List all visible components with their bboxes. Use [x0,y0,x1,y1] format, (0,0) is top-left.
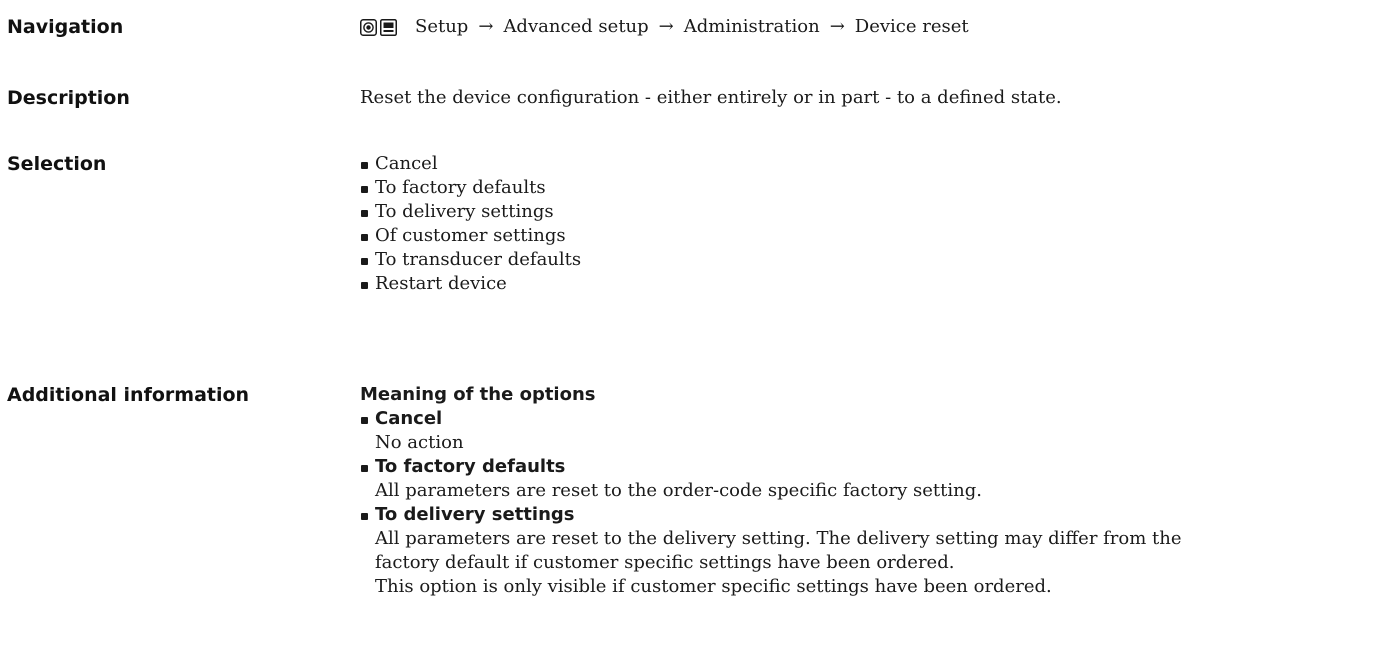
option-name: To factory defaults [375,456,566,477]
option-cancel: Cancel No action [360,407,1370,455]
option-name: Cancel [375,408,443,429]
description-label: Description [7,87,130,109]
selection-list-container: Cancel To factory defaults To delivery s… [360,152,1370,296]
nav-step-administration: Administration [683,16,820,37]
option-description: All parameters are reset to the delivery… [375,528,1182,549]
navigation-path: Setup → Advanced setup → Administration … [360,15,1370,39]
navigation-label: Navigation [7,16,124,38]
additional-info-label: Additional information [7,384,250,406]
option-description: factory default if customer specific set… [375,552,955,573]
nav-step-device-reset: Device reset [854,16,969,37]
nav-arrow-icon: → [478,16,494,37]
options-heading: Meaning of the options [360,384,596,405]
option-name: To delivery settings [375,504,575,525]
selection-item-restart-device: Restart device [360,272,1370,296]
nav-step-setup: Setup [415,16,469,37]
nav-arrow-icon: → [829,16,845,37]
description-text: Reset the device configuration - either … [360,87,1062,108]
selection-item-factory-defaults: To factory defaults [360,176,1370,200]
selection-item-transducer-defaults: To transducer defaults [360,248,1370,272]
selection-label: Selection [7,153,107,175]
selection-item-cancel: Cancel [360,152,1370,176]
expert-menu-icon [360,18,377,36]
option-description: No action [375,432,464,453]
option-description: All parameters are reset to the order-co… [375,480,982,501]
option-delivery-settings: To delivery settings All parameters are … [360,503,1370,599]
selection-item-delivery-settings: To delivery settings [360,200,1370,224]
navigation-icons [360,18,397,36]
nav-arrow-icon: → [658,16,674,37]
selection-item-customer-settings: Of customer settings [360,224,1370,248]
nav-step-advanced-setup: Advanced setup [503,16,649,37]
display-icon [380,18,397,36]
options-list: Cancel No action To factory defaults All… [360,407,1370,599]
option-factory-defaults: To factory defaults All parameters are r… [360,455,1370,503]
selection-list: Cancel To factory defaults To delivery s… [360,152,1370,296]
additional-info-content: Meaning of the options Cancel No action … [360,383,1370,599]
option-description: This option is only visible if customer … [375,576,1052,597]
